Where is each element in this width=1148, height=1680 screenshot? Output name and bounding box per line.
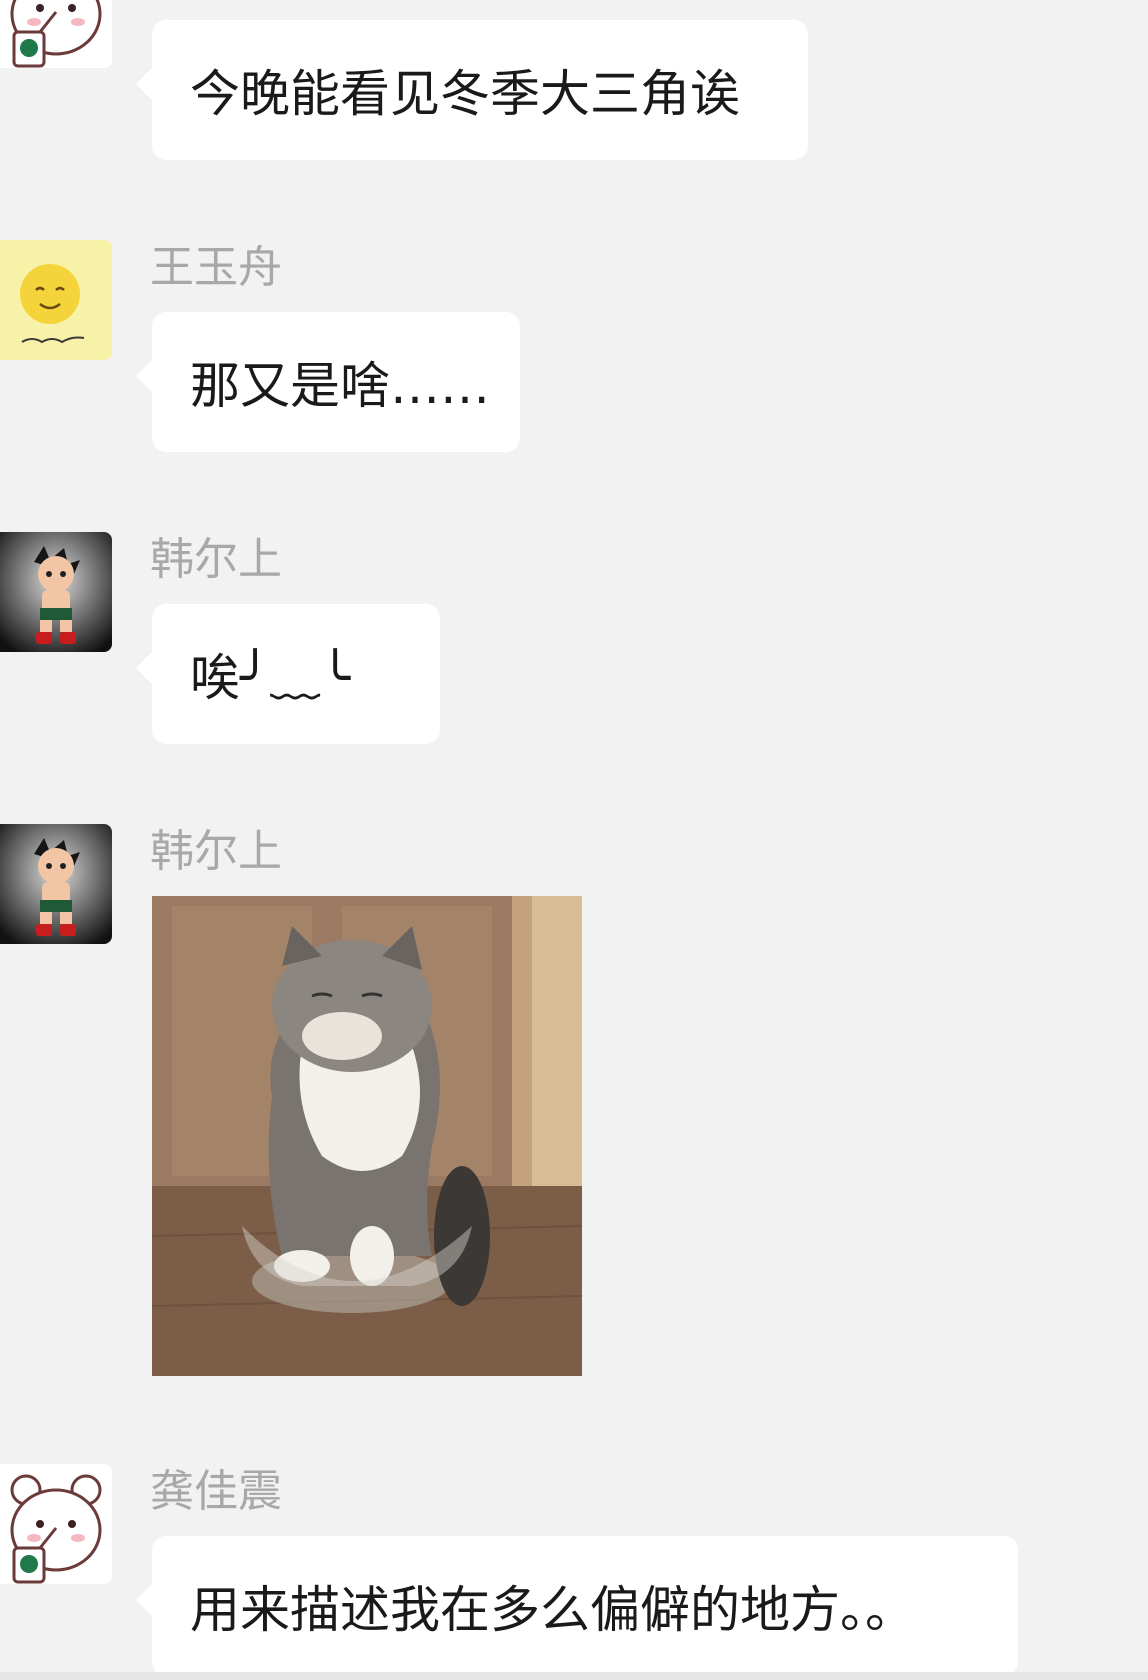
bear-avatar[interactable] bbox=[0, 1464, 112, 1584]
message-bubble[interactable]: 那又是啥…… bbox=[136, 312, 520, 452]
message-text: 用来描述我在多么偏僻的地方。。 bbox=[190, 1581, 915, 1639]
cat-in-bowl-photo[interactable] bbox=[152, 896, 582, 1376]
smiley-avatar[interactable] bbox=[0, 240, 112, 360]
message-bubble[interactable]: 今晚能看见冬季大三角诶 bbox=[136, 20, 808, 160]
sender-name: 王玉舟 bbox=[150, 242, 282, 293]
message-text: 唉╯﹏╰ bbox=[190, 649, 351, 707]
sender-name: 龚佳震 bbox=[150, 1466, 282, 1517]
astro-boy-avatar[interactable] bbox=[0, 532, 112, 652]
astro-boy-avatar[interactable] bbox=[0, 824, 112, 944]
message-text: 今晚能看见冬季大三角诶 bbox=[190, 65, 740, 123]
bear-avatar[interactable] bbox=[0, 0, 112, 68]
divider bbox=[0, 1672, 1148, 1680]
message-bubble[interactable]: 唉╯﹏╰ bbox=[136, 604, 440, 744]
sender-name: 韩尔上 bbox=[150, 826, 282, 877]
message-text: 那又是啥…… bbox=[190, 357, 490, 415]
sender-name: 韩尔上 bbox=[150, 534, 282, 585]
message-bubble[interactable]: 用来描述我在多么偏僻的地方。。 bbox=[136, 1536, 1018, 1676]
